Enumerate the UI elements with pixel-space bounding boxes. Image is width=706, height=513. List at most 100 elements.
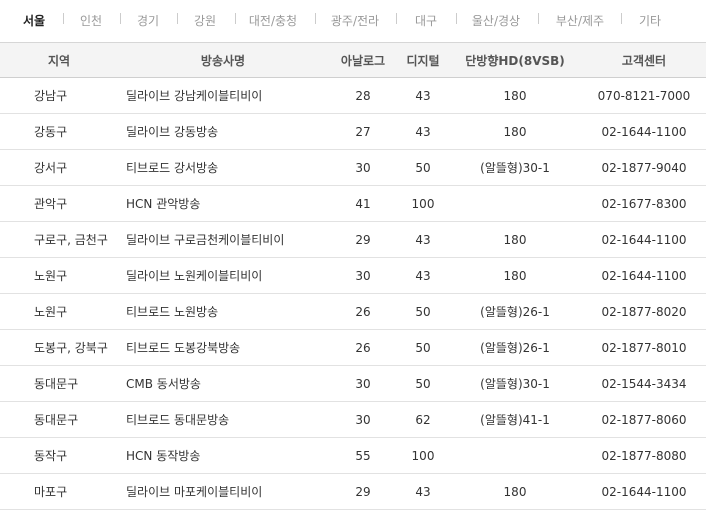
cell-hd: (알뜰형)30-1 xyxy=(448,149,582,186)
table-header-row: 지역 방송사명 아날로그 디지털 단방향HD(8VSB) 고객센터 xyxy=(0,42,706,78)
tab-seoul[interactable]: 서울 xyxy=(23,12,45,29)
table-row: 동작구 HCN 동작방송 55 100 02-1877-8080 xyxy=(0,437,706,474)
region-tab-bar: 서울 인천 경기 강원 대전/충청 광주/전라 대구 울산/경상 부산/제주 기타 xyxy=(0,0,706,42)
cell-digital: 62 xyxy=(398,401,448,438)
cell-customer-center: 02-1644-1100 xyxy=(582,221,706,258)
tab-divider xyxy=(120,13,121,24)
cell-customer-center: 02-1877-8080 xyxy=(582,437,706,474)
tab-gwangju-jeolla[interactable]: 광주/전라 xyxy=(331,12,379,29)
cell-hd: (알뜰형)26-1 xyxy=(448,293,582,330)
cell-digital: 43 xyxy=(398,473,448,510)
tab-divider xyxy=(235,13,236,24)
cell-digital: 100 xyxy=(398,437,448,474)
cell-analog: 27 xyxy=(328,113,398,150)
cell-customer-center: 02-1644-1100 xyxy=(582,113,706,150)
cell-region: 구로구, 금천구 xyxy=(0,221,118,258)
cell-hd xyxy=(448,185,582,222)
cell-digital: 43 xyxy=(398,257,448,294)
table-row: 동대문구 CMB 동서방송 30 50 (알뜰형)30-1 02-1544-3434 xyxy=(0,365,706,402)
tab-gangwon[interactable]: 강원 xyxy=(194,12,216,29)
cell-station: 티브로드 동대문방송 xyxy=(118,401,328,438)
cell-customer-center: 02-1877-8020 xyxy=(582,293,706,330)
cell-digital: 43 xyxy=(398,77,448,114)
table-row: 강동구 딜라이브 강동방송 27 43 180 02-1644-1100 xyxy=(0,113,706,150)
header-hd: 단방향HD(8VSB) xyxy=(448,42,582,78)
cell-hd: 180 xyxy=(448,221,582,258)
tab-divider xyxy=(456,13,457,24)
cell-region: 강동구 xyxy=(0,113,118,150)
cell-station: 딜라이브 마포케이블티비이 xyxy=(118,473,328,510)
tab-busan-jeju[interactable]: 부산/제주 xyxy=(556,12,604,29)
cell-analog: 30 xyxy=(328,401,398,438)
cell-region: 동대문구 xyxy=(0,401,118,438)
cell-analog: 26 xyxy=(328,329,398,366)
cell-hd: 180 xyxy=(448,77,582,114)
table-row: 도봉구, 강북구 티브로드 도봉강북방송 26 50 (알뜰형)26-1 02-1877-… xyxy=(0,329,706,366)
cell-customer-center: 02-1877-8010 xyxy=(582,329,706,366)
cell-digital: 50 xyxy=(398,293,448,330)
cell-customer-center: 02-1877-9040 xyxy=(582,149,706,186)
cell-analog: 26 xyxy=(328,293,398,330)
cell-analog: 55 xyxy=(328,437,398,474)
cell-region: 노원구 xyxy=(0,257,118,294)
table-row: 관악구 HCN 관악방송 41 100 02-1677-8300 xyxy=(0,185,706,222)
cell-station: 티브로드 노원방송 xyxy=(118,293,328,330)
tab-etc[interactable]: 기타 xyxy=(639,12,661,29)
cell-hd: 180 xyxy=(448,473,582,510)
cell-station: HCN 동작방송 xyxy=(118,437,328,474)
cell-hd: (알뜰형)26-1 xyxy=(448,329,582,366)
cell-station: 딜라이브 강동방송 xyxy=(118,113,328,150)
tab-daejeon-chungcheong[interactable]: 대전/충청 xyxy=(249,12,297,29)
cell-hd: 180 xyxy=(448,113,582,150)
cell-analog: 30 xyxy=(328,257,398,294)
table-row: 동대문구 티브로드 동대문방송 30 62 (알뜰형)41-1 02-1877-8060 xyxy=(0,401,706,438)
cell-station: 딜라이브 강남케이블티비이 xyxy=(118,77,328,114)
cell-customer-center: 02-1877-8060 xyxy=(582,401,706,438)
header-digital: 디지털 xyxy=(398,42,448,78)
tab-divider xyxy=(621,13,622,24)
cell-customer-center: 02-1644-1100 xyxy=(582,473,706,510)
cell-digital: 43 xyxy=(398,221,448,258)
tab-divider xyxy=(396,13,397,24)
tab-divider xyxy=(538,13,539,24)
cell-analog: 30 xyxy=(328,365,398,402)
cell-customer-center: 02-1677-8300 xyxy=(582,185,706,222)
tab-incheon[interactable]: 인천 xyxy=(80,12,102,29)
cell-station: 티브로드 도봉강북방송 xyxy=(118,329,328,366)
cell-region: 강남구 xyxy=(0,77,118,114)
tab-divider xyxy=(315,13,316,24)
cell-region: 동작구 xyxy=(0,437,118,474)
cell-hd: 180 xyxy=(448,257,582,294)
table-row: 구로구, 금천구 딜라이브 구로금천케이블티비이 29 43 180 02-1644-11… xyxy=(0,221,706,258)
tab-gyeonggi[interactable]: 경기 xyxy=(137,12,159,29)
cell-region: 강서구 xyxy=(0,149,118,186)
cell-region: 노원구 xyxy=(0,293,118,330)
tab-daegu[interactable]: 대구 xyxy=(415,12,437,29)
cell-analog: 30 xyxy=(328,149,398,186)
header-region: 지역 xyxy=(0,42,118,78)
cell-customer-center: 02-1544-3434 xyxy=(582,365,706,402)
cell-customer-center: 070-8121-7000 xyxy=(582,77,706,114)
cell-digital: 50 xyxy=(398,365,448,402)
cell-analog: 28 xyxy=(328,77,398,114)
table-row: 노원구 티브로드 노원방송 26 50 (알뜰형)26-1 02-1877-8020 xyxy=(0,293,706,330)
cell-analog: 29 xyxy=(328,473,398,510)
header-analog: 아날로그 xyxy=(328,42,398,78)
cell-region: 관악구 xyxy=(0,185,118,222)
cell-hd xyxy=(448,437,582,474)
cell-hd: (알뜰형)41-1 xyxy=(448,401,582,438)
cell-station: 티브로드 강서방송 xyxy=(118,149,328,186)
header-station: 방송사명 xyxy=(118,42,328,78)
cell-digital: 50 xyxy=(398,149,448,186)
tab-divider xyxy=(63,13,64,24)
cell-analog: 29 xyxy=(328,221,398,258)
tab-divider xyxy=(177,13,178,24)
table-row: 강서구 티브로드 강서방송 30 50 (알뜰형)30-1 02-1877-9040 xyxy=(0,149,706,186)
cell-region: 마포구 xyxy=(0,473,118,510)
tab-ulsan-gyeongsang[interactable]: 울산/경상 xyxy=(472,12,520,29)
table-row: 강남구 딜라이브 강남케이블티비이 28 43 180 070-8121-7000 xyxy=(0,77,706,114)
table-row: 노원구 딜라이브 노원케이블티비이 30 43 180 02-1644-1100 xyxy=(0,257,706,294)
cell-region: 동대문구 xyxy=(0,365,118,402)
cell-hd: (알뜰형)30-1 xyxy=(448,365,582,402)
cell-digital: 50 xyxy=(398,329,448,366)
